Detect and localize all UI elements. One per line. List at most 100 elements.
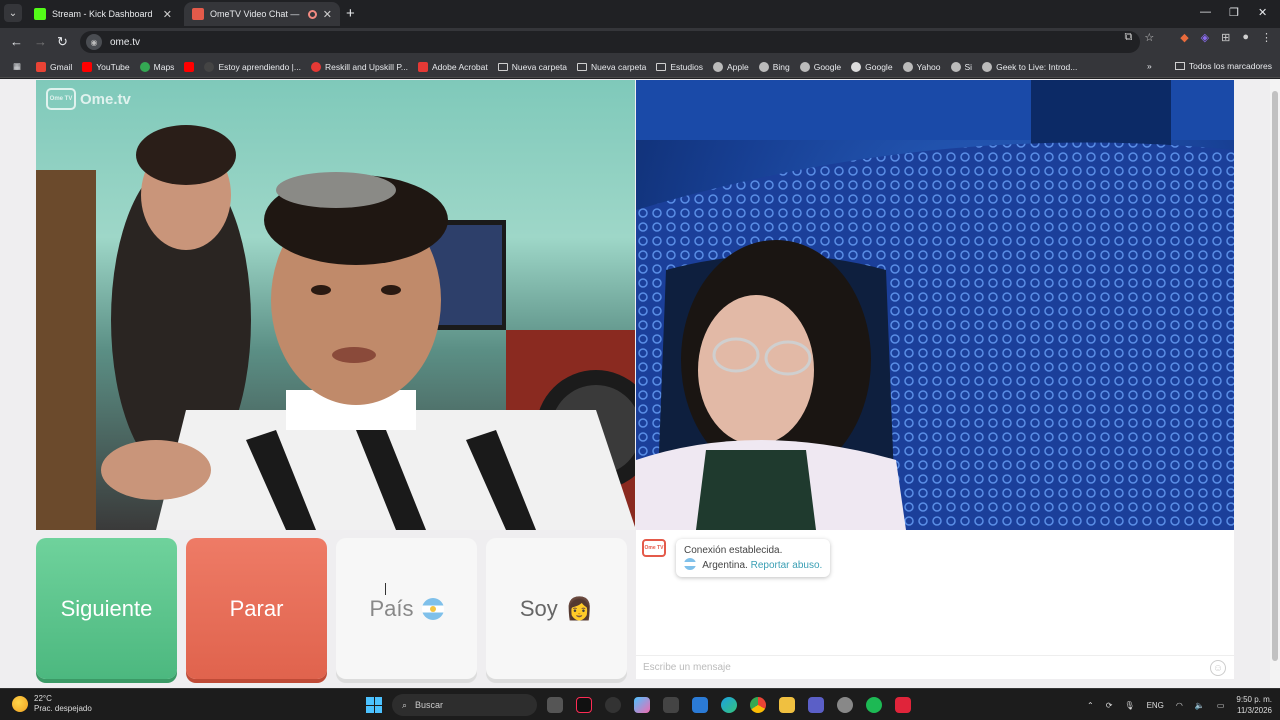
wifi-icon[interactable]: ◠ (1176, 701, 1183, 710)
close-icon[interactable]: ✕ (323, 8, 332, 21)
bookmark-folder[interactable]: Nueva carpeta (493, 62, 572, 72)
close-icon[interactable]: ✕ (163, 8, 172, 21)
more-bookmarks-icon[interactable]: » (1142, 61, 1157, 71)
bookmark-estoy-aprendiendo[interactable]: Estoy aprendiendo |... (199, 61, 306, 72)
site-info-icon[interactable]: ◉ (86, 34, 102, 50)
emoji-icon[interactable]: ☺ (1210, 660, 1226, 676)
system-tray: ⌃ ⟳ 🎙 ENG ◠ 🔈 ▭ 9:50 p. m. 11/3/2026 (1087, 694, 1272, 716)
chevron-up-icon[interactable]: ⌃ (1087, 701, 1094, 710)
acrobat-icon (417, 61, 428, 72)
teams-icon[interactable] (808, 697, 824, 713)
page-icon (310, 61, 321, 72)
menu-icon[interactable]: ⋮ (1261, 31, 1272, 44)
youtube-icon (82, 61, 93, 72)
settings-icon[interactable] (837, 697, 853, 713)
app-icon[interactable] (663, 697, 679, 713)
remote-video-frame (636, 80, 1234, 530)
bookmark-bing[interactable]: Bing (754, 61, 795, 72)
local-video: Ome TV Ome.tv (36, 80, 635, 530)
globe-icon (902, 61, 913, 72)
page-icon (204, 61, 215, 72)
tab-kick[interactable]: Stream - Kick Dashboard ✕ (26, 2, 180, 26)
proton-extension-icon[interactable]: ◈ (1201, 31, 1209, 44)
next-button[interactable]: Siguiente (36, 538, 177, 679)
battery-icon[interactable]: ▭ (1217, 701, 1225, 710)
taskbar: 22°C Prac. despejado ⌕ Buscar ⌃ ⟳ 🎙 ENG … (0, 688, 1280, 720)
opera-icon[interactable] (895, 697, 911, 713)
bookmark-star-icon[interactable]: ☆ (1144, 31, 1154, 44)
bookmark-youtube-2[interactable] (179, 61, 199, 72)
file-explorer-icon[interactable] (779, 697, 795, 713)
tab-ometv[interactable]: OmeTV Video Chat — Ome ✕ (184, 2, 340, 26)
page-scrollbar[interactable] (1270, 79, 1280, 688)
bookmark-google-2[interactable]: Google (846, 61, 897, 72)
bookmark-reskill[interactable]: Reskill and Upskill P... (306, 61, 413, 72)
google-icon (851, 61, 862, 72)
folder-icon (656, 62, 667, 71)
bookmark-yahoo[interactable]: Yahoo (898, 61, 946, 72)
bookmark-maps[interactable]: Maps (135, 61, 180, 72)
sync-icon[interactable]: ⟳ (1106, 701, 1113, 710)
toolbar: ← → ↻ ◉ ome.tv ⧉ ☆ ◆ ◈ ⊞ ● ⋮ (0, 28, 1280, 56)
copilot-icon[interactable] (634, 697, 650, 713)
ometv-icon (192, 8, 204, 20)
remote-video (636, 80, 1234, 530)
extensions-puzzle-icon[interactable]: ⊞ (1221, 31, 1230, 44)
back-icon[interactable]: ← (10, 34, 23, 49)
microphone-icon[interactable]: 🎙 (1124, 701, 1134, 710)
chrome-icon[interactable] (750, 697, 766, 713)
bookmark-folder-estudios[interactable]: Estudios (651, 62, 708, 72)
report-abuse-link[interactable]: Reportar abuso. (751, 560, 823, 571)
tab-search-button[interactable]: ⌄ (4, 4, 22, 22)
folder-icon (497, 62, 508, 71)
minimize-button[interactable]: — (1200, 6, 1211, 18)
tv-icon: Ome TV (46, 88, 76, 110)
url-text: ome.tv (110, 36, 141, 48)
bookmark-geek-to-live[interactable]: Geek to Live: Introd... (977, 61, 1082, 72)
forward-icon[interactable]: → (34, 34, 47, 49)
bookmark-gmail[interactable]: Gmail (31, 61, 77, 72)
bookmark-youtube[interactable]: YouTube (77, 61, 134, 72)
taskbar-search[interactable]: ⌕ Buscar (392, 694, 537, 716)
tiktok-icon[interactable] (576, 697, 592, 713)
argentina-flag-icon (421, 597, 444, 620)
stop-button[interactable]: Parar (186, 538, 327, 679)
language-indicator[interactable]: ENG (1147, 701, 1164, 710)
system-message: Ome TV Conexión establecida. Argentina. … (642, 539, 831, 577)
folder-icon (577, 62, 588, 71)
reload-icon[interactable]: ↻ (57, 34, 68, 50)
start-button[interactable] (366, 697, 382, 713)
task-view-icon[interactable] (547, 697, 563, 713)
recording-icon (307, 9, 317, 19)
all-bookmarks[interactable]: Todos los marcadores (1174, 61, 1272, 71)
globe-icon (799, 61, 810, 72)
bookmark-acrobat[interactable]: Adobe Acrobat (413, 61, 493, 72)
address-bar[interactable]: ◉ ome.tv (80, 31, 1140, 53)
message-input[interactable]: Escribe un mensaje ☺ (636, 655, 1234, 679)
globe-icon (758, 61, 769, 72)
scrollbar-thumb[interactable] (1272, 91, 1278, 661)
edge-icon[interactable] (721, 697, 737, 713)
bookmark-folder[interactable]: Nueva carpeta (572, 62, 651, 72)
bookmark-apple[interactable]: Apple (708, 61, 754, 72)
tab-title: Stream - Kick Dashboard (52, 9, 153, 19)
bookmark-google[interactable]: Google (795, 61, 846, 72)
weather-widget[interactable]: 22°C Prac. despejado (12, 694, 92, 714)
clock[interactable]: 9:50 p. m. 11/3/2026 (1236, 694, 1272, 716)
maps-icon (139, 61, 150, 72)
spotify-icon[interactable] (866, 697, 882, 713)
apps-icon[interactable]: ▦ (8, 61, 31, 72)
restore-button[interactable]: ❐ (1229, 6, 1239, 19)
close-window-button[interactable]: ✕ (1258, 6, 1267, 19)
country-filter-button[interactable]: País (336, 538, 477, 679)
extension-icon[interactable]: ◆ (1180, 31, 1188, 44)
new-tab-button[interactable]: + (346, 5, 355, 22)
app-icon[interactable] (605, 697, 621, 713)
volume-icon[interactable]: 🔈 (1195, 701, 1205, 710)
store-icon[interactable] (692, 697, 708, 713)
profile-avatar[interactable]: ● (1242, 31, 1249, 44)
install-icon[interactable]: ⧉ (1124, 31, 1132, 44)
search-icon: ⌕ (402, 699, 408, 710)
gender-filter-button[interactable]: Soy 👩 (486, 538, 627, 679)
bookmark-si[interactable]: Si (946, 61, 978, 72)
